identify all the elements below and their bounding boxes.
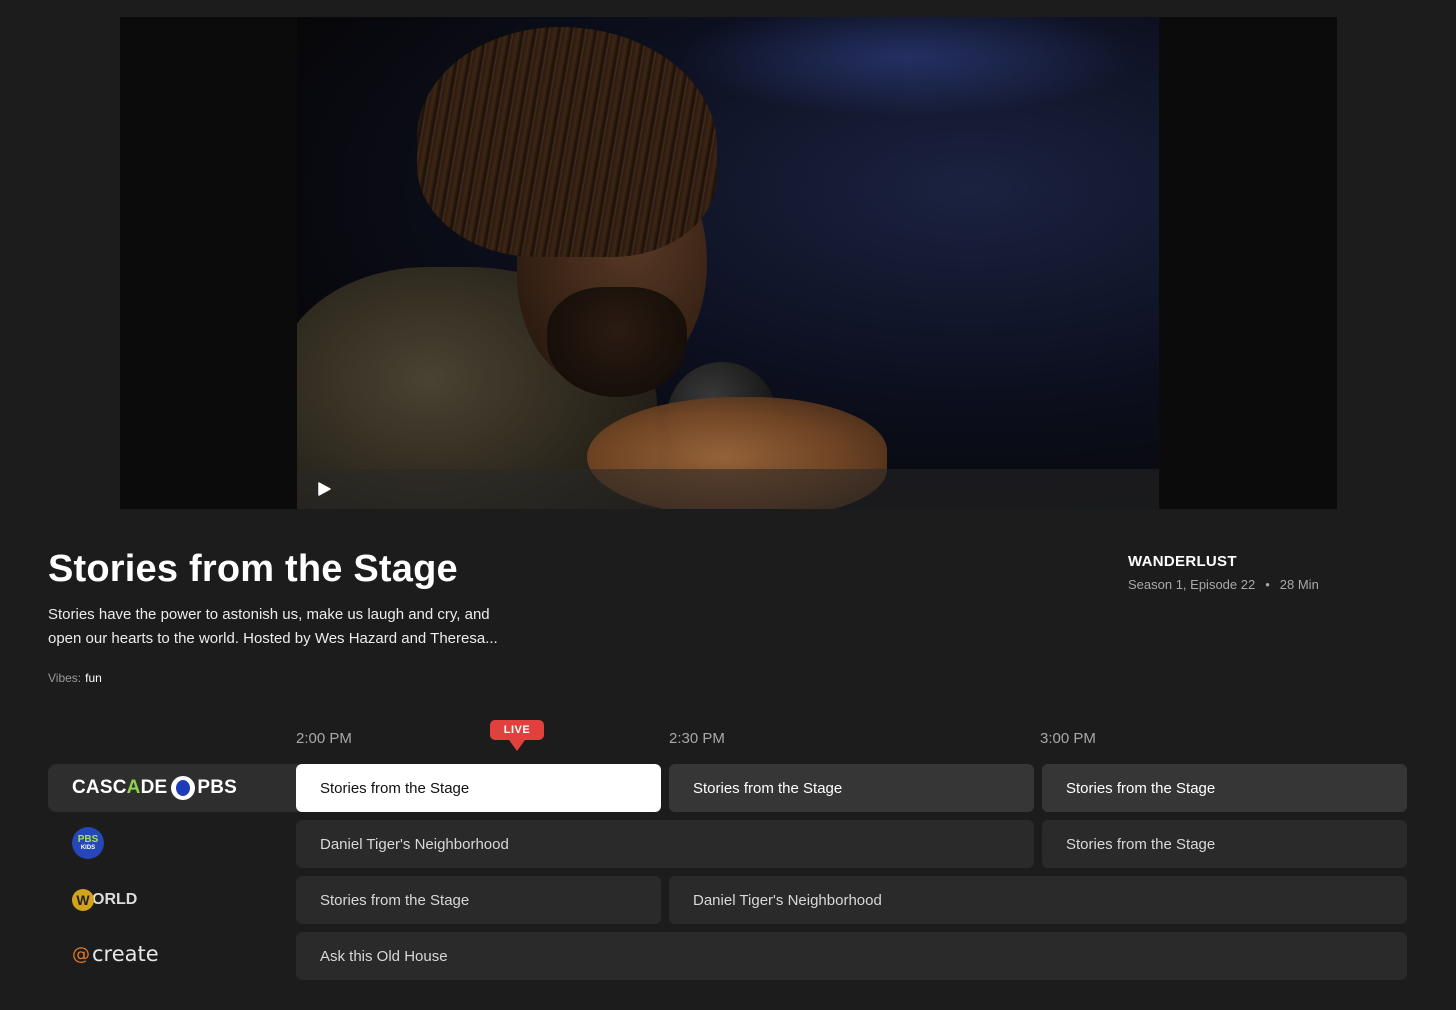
time-slot: 2:30 PM	[669, 730, 725, 747]
episode-info: Season 1, Episode 22 • 28 Min	[1128, 577, 1319, 592]
program-title: Stories from the Stage	[48, 548, 458, 590]
program-description: Stories have the power to astonish us, m…	[48, 603, 548, 651]
vibes: Vibes: fun	[48, 671, 102, 685]
separator-dot: •	[1265, 577, 1270, 592]
channel-logo-pbs-kids[interactable]: PBS KIDS	[72, 827, 104, 859]
vibes-value: fun	[85, 671, 102, 685]
stage-light	[677, 17, 1137, 117]
program-cell[interactable]: Stories from the Stage	[296, 764, 661, 812]
logo-text: PBS	[197, 777, 238, 798]
channel-logo-cascade-pbs[interactable]: CASC A DE PBS	[72, 775, 237, 801]
episode-number: Season 1, Episode 22	[1128, 577, 1256, 592]
performer-beard	[547, 287, 687, 397]
episode-meta: WANDERLUST Season 1, Episode 22 • 28 Min	[1128, 553, 1319, 592]
logo-text: W	[76, 892, 90, 908]
logo-text: KIDS	[80, 844, 96, 851]
live-badge: LIVE	[490, 720, 544, 740]
time-slot: 2:00 PM	[296, 730, 352, 747]
program-cell[interactable]: Daniel Tiger's Neighborhood	[669, 876, 1407, 924]
description-line: open our hearts to the world. Hosted by …	[48, 630, 498, 647]
logo-text: A	[126, 777, 141, 798]
program-cell[interactable]: Ask this Old House	[296, 932, 1407, 980]
description-line: Stories have the power to astonish us, m…	[48, 606, 490, 623]
program-cell[interactable]: Stories from the Stage	[669, 764, 1034, 812]
performer-hair	[417, 27, 717, 257]
live-indicator-arrow	[509, 740, 525, 751]
time-slot: 3:00 PM	[1040, 730, 1096, 747]
channel-logo-create[interactable]: @ create	[72, 941, 159, 967]
vibes-label: Vibes:	[48, 671, 82, 685]
logo-text: RLD	[104, 891, 138, 908]
world-globe-icon: W	[72, 889, 94, 911]
program-cell[interactable]: Daniel Tiger's Neighborhood	[296, 820, 1034, 868]
logo-text: CASC	[72, 777, 127, 798]
create-at-icon: @	[72, 943, 90, 965]
logo-text: PBS	[77, 833, 99, 845]
logo-text: DE	[140, 777, 168, 798]
program-cell[interactable]: Stories from the Stage	[1042, 820, 1407, 868]
video-frame[interactable]	[297, 17, 1159, 509]
video-player[interactable]	[120, 17, 1337, 509]
logo-text: create	[92, 942, 159, 966]
pbs-head-icon	[171, 776, 196, 800]
channel-logo-world[interactable]: W O RLD	[72, 888, 137, 912]
program-cell[interactable]: Stories from the Stage	[1042, 764, 1407, 812]
program-cell[interactable]: Stories from the Stage	[296, 876, 661, 924]
play-icon[interactable]	[317, 482, 331, 496]
player-controls-bar	[297, 469, 1159, 509]
show-name: WANDERLUST	[1128, 553, 1237, 570]
episode-duration: 28 Min	[1279, 577, 1319, 592]
